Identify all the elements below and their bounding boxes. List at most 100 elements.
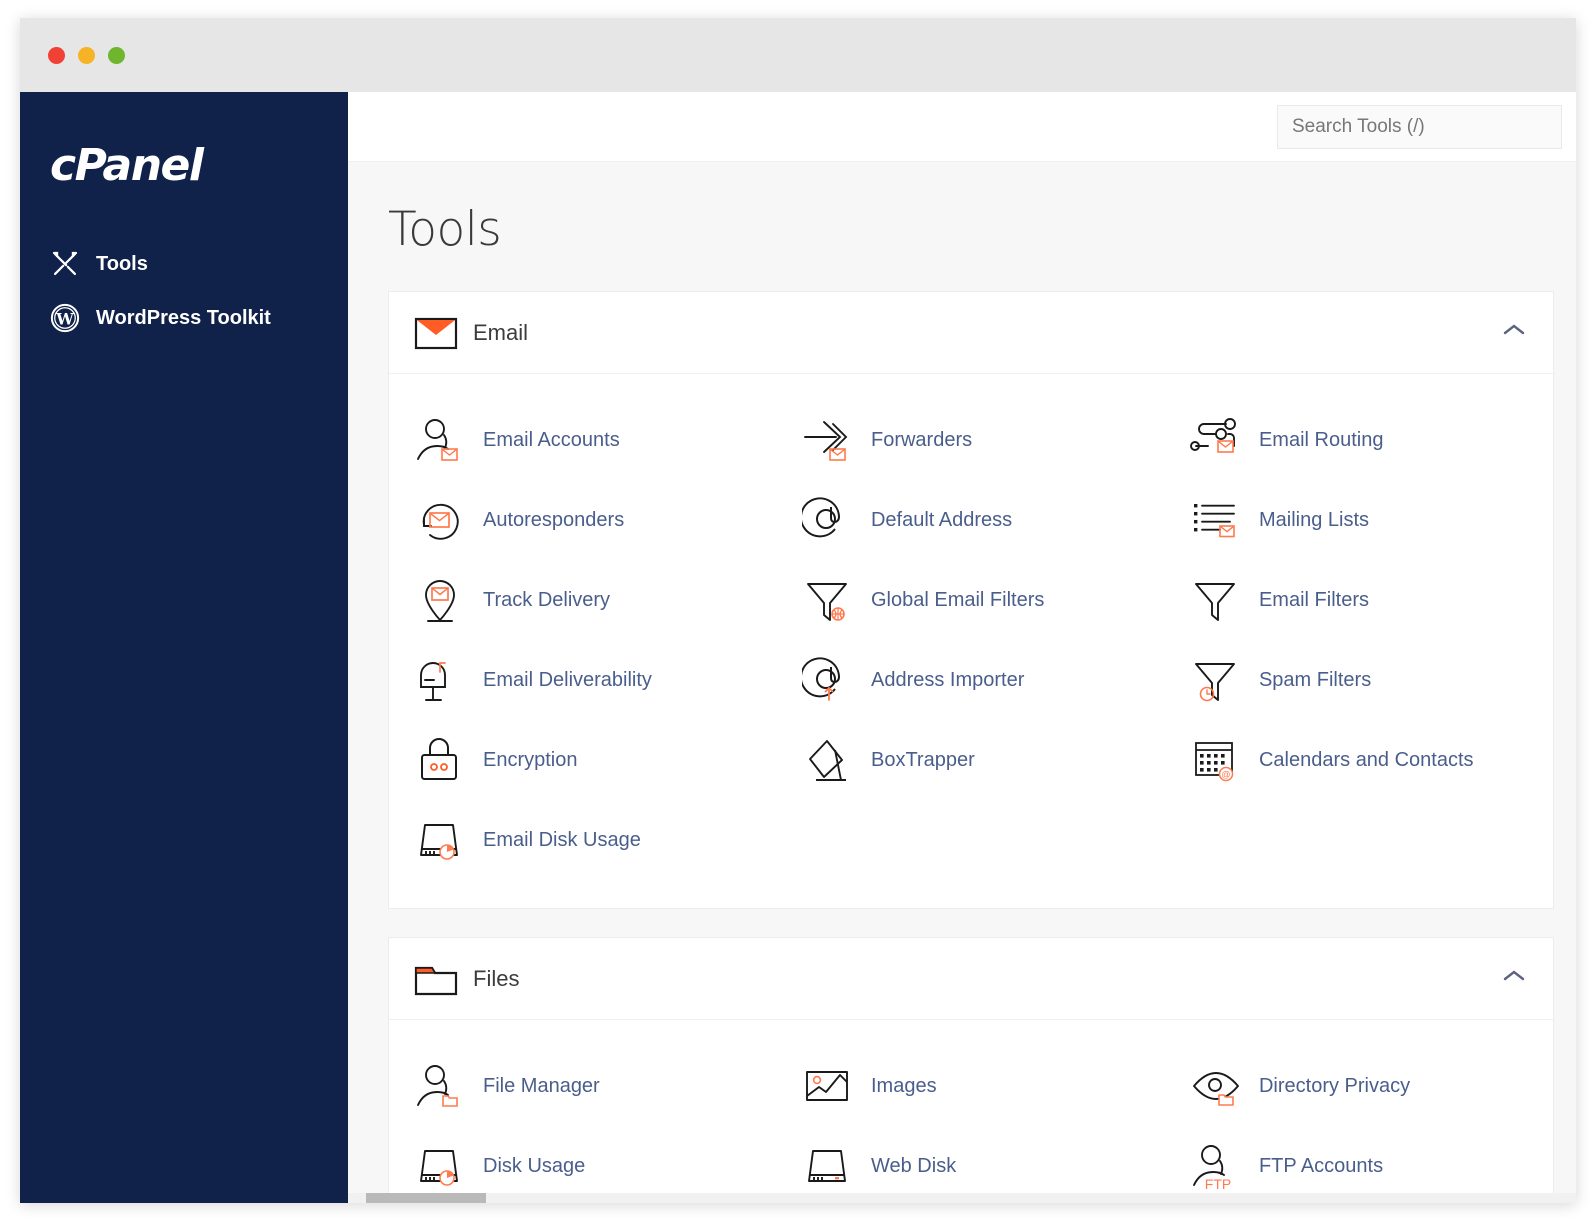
close-window-button[interactable] bbox=[48, 46, 65, 64]
eye-folder-icon bbox=[1187, 1061, 1245, 1111]
tool-track-delivery[interactable]: Track Delivery bbox=[389, 560, 777, 640]
tool-label: BoxTrapper bbox=[870, 748, 975, 771]
wordpress-icon: W bbox=[50, 303, 80, 333]
maximize-window-button[interactable] bbox=[108, 46, 125, 64]
horizontal-scrollbar[interactable] bbox=[348, 1193, 1576, 1203]
picture-icon bbox=[799, 1061, 857, 1111]
tool-label: Forwarders bbox=[870, 428, 973, 451]
tool-label: Web Disk bbox=[870, 1154, 957, 1177]
folder-icon bbox=[413, 961, 459, 997]
calendar-at-icon: @ bbox=[1187, 735, 1245, 785]
section-header-email[interactable]: Email bbox=[389, 292, 1553, 374]
tool-label: Global Email Filters bbox=[870, 588, 1045, 611]
tool-email-routing[interactable]: Email Routing bbox=[1165, 400, 1553, 480]
routing-nodes-envelope-icon bbox=[1187, 415, 1245, 465]
section-title: Email bbox=[473, 319, 529, 345]
scrollbar-thumb[interactable] bbox=[366, 1193, 486, 1203]
user-folder-icon bbox=[411, 1061, 469, 1111]
browser-window: cPanel Tools W WordPress Toolkit Search … bbox=[20, 18, 1576, 1203]
cpanel-logo[interactable]: cPanel bbox=[50, 140, 348, 191]
tool-calendars-and-contacts[interactable]: @ Calendars and Contacts bbox=[1165, 720, 1553, 800]
tool-email-deliverability[interactable]: Email Deliverability bbox=[389, 640, 777, 720]
tool-label: Email Filters bbox=[1258, 588, 1369, 611]
tool-label: Track Delivery bbox=[483, 588, 611, 611]
funnel-globe-icon bbox=[799, 575, 857, 625]
tools-grid-files: File Manager Images Directory Privacy Di… bbox=[389, 1020, 1553, 1203]
section-header-files[interactable]: Files bbox=[389, 938, 1553, 1020]
tool-spam-filters[interactable]: Spam Filters bbox=[1165, 640, 1553, 720]
tool-encryption[interactable]: Encryption bbox=[389, 720, 777, 800]
tool-label: Calendars and Contacts bbox=[1258, 748, 1474, 771]
section-card-email: Email Email Accounts Forwarders Email Ro… bbox=[388, 291, 1554, 909]
tool-ftp-accounts[interactable]: FTP FTP Accounts bbox=[1165, 1126, 1553, 1203]
tool-email-filters[interactable]: Email Filters bbox=[1165, 560, 1553, 640]
sidebar-nav: Tools W WordPress Toolkit bbox=[20, 237, 348, 345]
funnel-clock-icon bbox=[1187, 655, 1245, 705]
main-content: Tools Email bbox=[348, 92, 1576, 1203]
tool-default-address[interactable]: Default Address bbox=[777, 480, 1165, 560]
tool-autoresponders[interactable]: Autoresponders bbox=[389, 480, 777, 560]
tool-label: Disk Usage bbox=[483, 1154, 586, 1177]
tool-disk-usage[interactable]: Disk Usage bbox=[389, 1126, 777, 1203]
trap-net-icon bbox=[799, 735, 857, 785]
tool-forwarders[interactable]: Forwarders bbox=[777, 400, 1165, 480]
window-titlebar bbox=[20, 18, 1576, 92]
tool-label: Autoresponders bbox=[483, 508, 625, 531]
funnel-icon bbox=[1187, 575, 1245, 625]
tool-images[interactable]: Images bbox=[777, 1046, 1165, 1126]
section-card-files: Files File Manager Images Directory Priv… bbox=[388, 937, 1554, 1203]
svg-text:W: W bbox=[55, 310, 74, 329]
tool-label: Email Deliverability bbox=[483, 668, 652, 691]
tool-directory-privacy[interactable]: Directory Privacy bbox=[1165, 1046, 1553, 1126]
tool-label: File Manager bbox=[483, 1074, 600, 1097]
circular-arrow-envelope-icon bbox=[411, 495, 469, 545]
svg-text:FTP: FTP bbox=[1205, 1176, 1231, 1191]
at-sign-upload-icon bbox=[799, 655, 857, 705]
chevron-up-icon[interactable] bbox=[1501, 968, 1527, 989]
tools-scroll-area[interactable]: Email Email Accounts Forwarders Email Ro… bbox=[348, 291, 1576, 1203]
tool-label: Mailing Lists bbox=[1258, 508, 1370, 531]
tool-label: Email Disk Usage bbox=[483, 828, 641, 851]
search-tools-box[interactable] bbox=[1277, 104, 1562, 149]
tool-global-email-filters[interactable]: Global Email Filters bbox=[777, 560, 1165, 640]
envelope-icon bbox=[413, 315, 459, 351]
user-ftp-icon: FTP bbox=[1187, 1141, 1245, 1191]
tool-label: Address Importer bbox=[870, 668, 1025, 691]
tool-mailing-lists[interactable]: Mailing Lists bbox=[1165, 480, 1553, 560]
tool-boxtrapper[interactable]: BoxTrapper bbox=[777, 720, 1165, 800]
arrow-forward-envelope-icon bbox=[799, 415, 857, 465]
tool-label: Email Accounts bbox=[483, 428, 620, 451]
tool-email-accounts[interactable]: Email Accounts bbox=[389, 400, 777, 480]
top-bar bbox=[348, 92, 1576, 162]
chevron-up-icon[interactable] bbox=[1501, 322, 1527, 343]
tool-label: Default Address bbox=[870, 508, 1013, 531]
tool-email-disk-usage[interactable]: Email Disk Usage bbox=[389, 800, 777, 880]
disk-icon bbox=[799, 1141, 857, 1191]
section-title: Files bbox=[473, 965, 520, 991]
tools-icon bbox=[50, 249, 80, 279]
tool-label: Images bbox=[870, 1074, 937, 1097]
tool-address-importer[interactable]: Address Importer bbox=[777, 640, 1165, 720]
tools-grid-email: Email Accounts Forwarders Email Routing … bbox=[389, 374, 1553, 908]
user-envelope-icon bbox=[411, 415, 469, 465]
minimize-window-button[interactable] bbox=[78, 46, 95, 64]
sidebar-item-tools[interactable]: Tools bbox=[20, 237, 348, 291]
tool-web-disk[interactable]: Web Disk bbox=[777, 1126, 1165, 1203]
sidebar-item-label: WordPress Toolkit bbox=[96, 306, 271, 329]
sidebar-item-wordpress-toolkit[interactable]: W WordPress Toolkit bbox=[20, 291, 348, 345]
svg-text:@: @ bbox=[1221, 770, 1230, 780]
tool-label: Encryption bbox=[483, 748, 578, 771]
tool-label: FTP Accounts bbox=[1258, 1154, 1384, 1177]
list-envelope-icon bbox=[1187, 495, 1245, 545]
tool-label: Email Routing bbox=[1258, 428, 1384, 451]
at-sign-icon bbox=[799, 495, 857, 545]
page-title: Tools bbox=[388, 202, 502, 257]
map-pin-envelope-icon bbox=[411, 575, 469, 625]
tool-file-manager[interactable]: File Manager bbox=[389, 1046, 777, 1126]
disk-pie-icon bbox=[411, 1141, 469, 1191]
mailbox-icon bbox=[411, 655, 469, 705]
search-input[interactable] bbox=[1292, 115, 1561, 138]
disk-pie-icon bbox=[411, 815, 469, 865]
tool-label: Directory Privacy bbox=[1258, 1074, 1411, 1097]
padlock-icon bbox=[411, 735, 469, 785]
